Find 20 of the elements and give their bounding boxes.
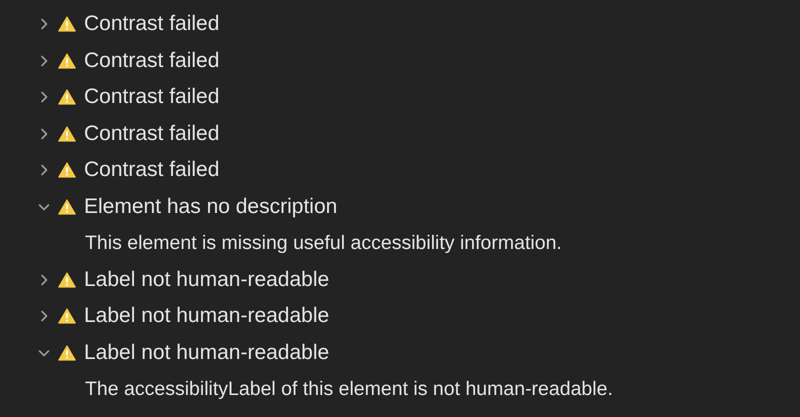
issue-description: This element is missing useful accessibility information. [85,232,562,255]
issue-title[interactable]: Contrast failed [84,85,220,110]
warning-icon [58,272,76,288]
issue-title[interactable]: Contrast failed [84,48,220,73]
issue-title[interactable]: Contrast failed [84,12,220,36]
issue-title[interactable]: Contrast failed [84,158,220,182]
issue-title[interactable]: Label not human-readable [84,340,330,365]
issue-title[interactable]: Element has no description [84,194,338,219]
warning-icon [58,344,76,361]
issue-description: The accessibilityLabel of this element is not human-readable. [85,378,613,401]
warning-icon [58,308,76,324]
issue-title[interactable]: Contrast failed [84,122,220,146]
issue-title[interactable]: Label not human-readable [84,268,330,292]
warning-icon [58,16,76,32]
issue-title[interactable]: Label not human-readable [84,304,330,328]
warning-icon [58,198,76,215]
warning-icon [58,89,76,106]
warning-icon [58,52,76,69]
warning-icon [58,126,76,142]
warning-icon [58,162,76,178]
